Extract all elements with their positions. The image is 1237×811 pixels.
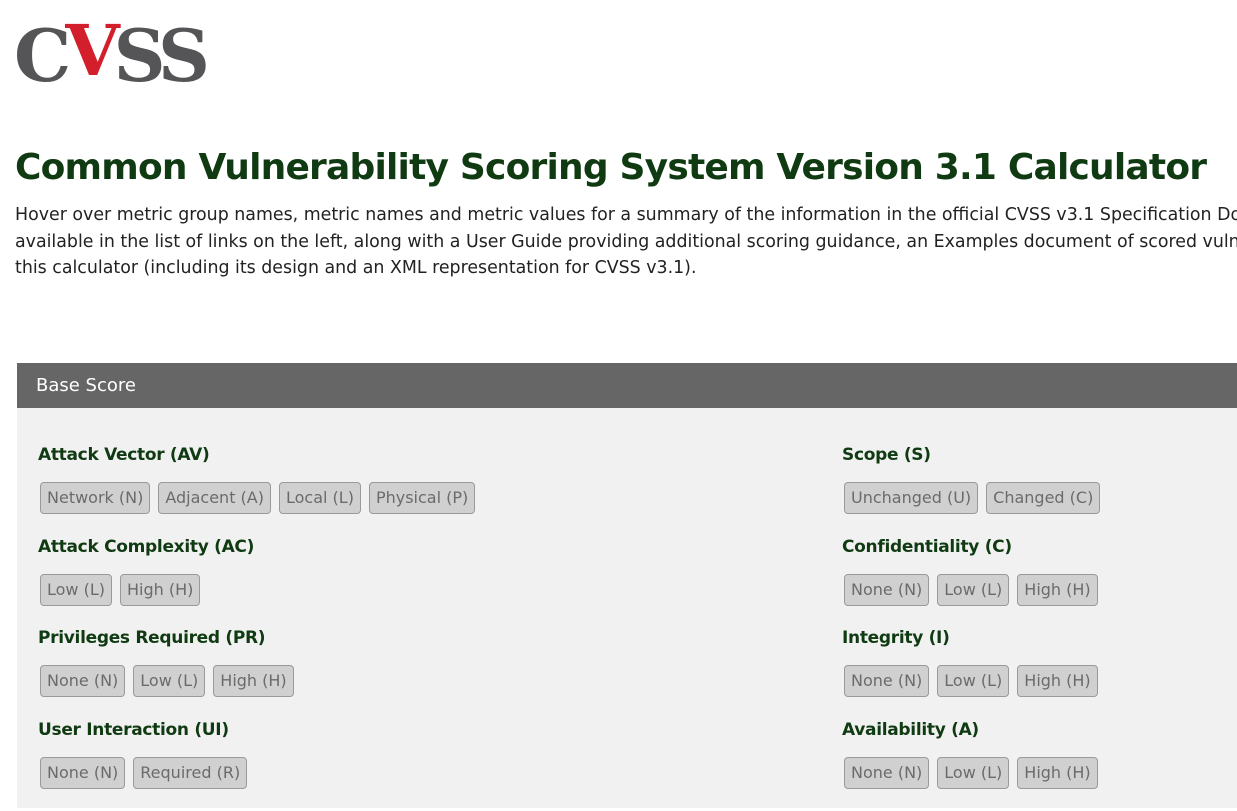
intro-line: Hover over metric group names, metric na…: [15, 205, 1237, 225]
metric-name[interactable]: Availability (A): [842, 720, 1237, 740]
pr-none-button[interactable]: None (N): [40, 665, 126, 698]
metric-name[interactable]: Attack Vector (AV): [38, 445, 798, 465]
metric-attack-complexity: Attack Complexity (AC) Low (L) High (H): [38, 537, 798, 629]
metric-name[interactable]: Scope (S): [842, 445, 1237, 465]
pr-low-button[interactable]: Low (L): [133, 665, 206, 698]
i-none-button[interactable]: None (N): [844, 665, 930, 698]
logo-wordmark: CVSS: [14, 9, 210, 98]
a-low-button[interactable]: Low (L): [937, 756, 1010, 789]
metric-name[interactable]: Integrity (I): [842, 628, 1237, 648]
cvss-logo[interactable]: CVSS: [14, 12, 210, 94]
ac-low-button[interactable]: Low (L): [40, 573, 112, 606]
av-network-button[interactable]: Network (N): [40, 482, 151, 514]
metric-user-interaction: User Interaction (UI) None (N) Required …: [38, 720, 798, 811]
intro-line: available in the list of links on the le…: [15, 231, 1237, 252]
metric-privileges-required: Privileges Required (PR) None (N) Low (L…: [38, 628, 798, 720]
ac-high-button[interactable]: High (H): [120, 573, 201, 606]
s-changed-button[interactable]: Changed (C): [986, 482, 1101, 514]
ui-none-button[interactable]: None (N): [40, 756, 126, 789]
i-high-button[interactable]: High (H): [1017, 665, 1098, 698]
intro-line: this calculator (including its design an…: [15, 258, 697, 278]
right-metrics-column: Scope (S) Unchanged (U) Changed (C) Conf…: [842, 445, 1237, 811]
a-high-button[interactable]: High (H): [1017, 756, 1098, 789]
i-low-button[interactable]: Low (L): [937, 665, 1010, 698]
metric-name[interactable]: Privileges Required (PR): [38, 628, 798, 648]
metric-scope: Scope (S) Unchanged (U) Changed (C): [842, 445, 1237, 537]
pr-high-button[interactable]: High (H): [213, 665, 294, 698]
av-physical-button[interactable]: Physical (P): [368, 482, 476, 514]
left-metrics-column: Attack Vector (AV) Network (N) Adjacent …: [38, 445, 798, 811]
ui-required-button[interactable]: Required (R): [133, 756, 248, 789]
metric-attack-vector: Attack Vector (AV) Network (N) Adjacent …: [38, 445, 798, 537]
metric-name[interactable]: Confidentiality (C): [842, 537, 1237, 557]
c-low-button[interactable]: Low (L): [937, 573, 1010, 606]
c-none-button[interactable]: None (N): [844, 573, 930, 606]
metric-name[interactable]: User Interaction (UI): [38, 720, 798, 740]
a-none-button[interactable]: None (N): [844, 756, 930, 789]
intro-text: Hover over metric group names, metric na…: [15, 202, 1237, 282]
metric-availability: Availability (A) None (N) Low (L) High (…: [842, 720, 1237, 811]
page-title: Common Vulnerability Scoring System Vers…: [15, 147, 1207, 188]
metric-confidentiality: Confidentiality (C) None (N) Low (L) Hig…: [842, 537, 1237, 629]
c-high-button[interactable]: High (H): [1017, 573, 1098, 606]
av-adjacent-button[interactable]: Adjacent (A): [158, 482, 271, 514]
metric-integrity: Integrity (I) None (N) Low (L) High (H): [842, 628, 1237, 720]
av-local-button[interactable]: Local (L): [278, 482, 361, 514]
s-unchanged-button[interactable]: Unchanged (U): [844, 482, 979, 514]
base-score-header[interactable]: Base Score: [17, 363, 1237, 408]
metric-name[interactable]: Attack Complexity (AC): [38, 537, 798, 557]
